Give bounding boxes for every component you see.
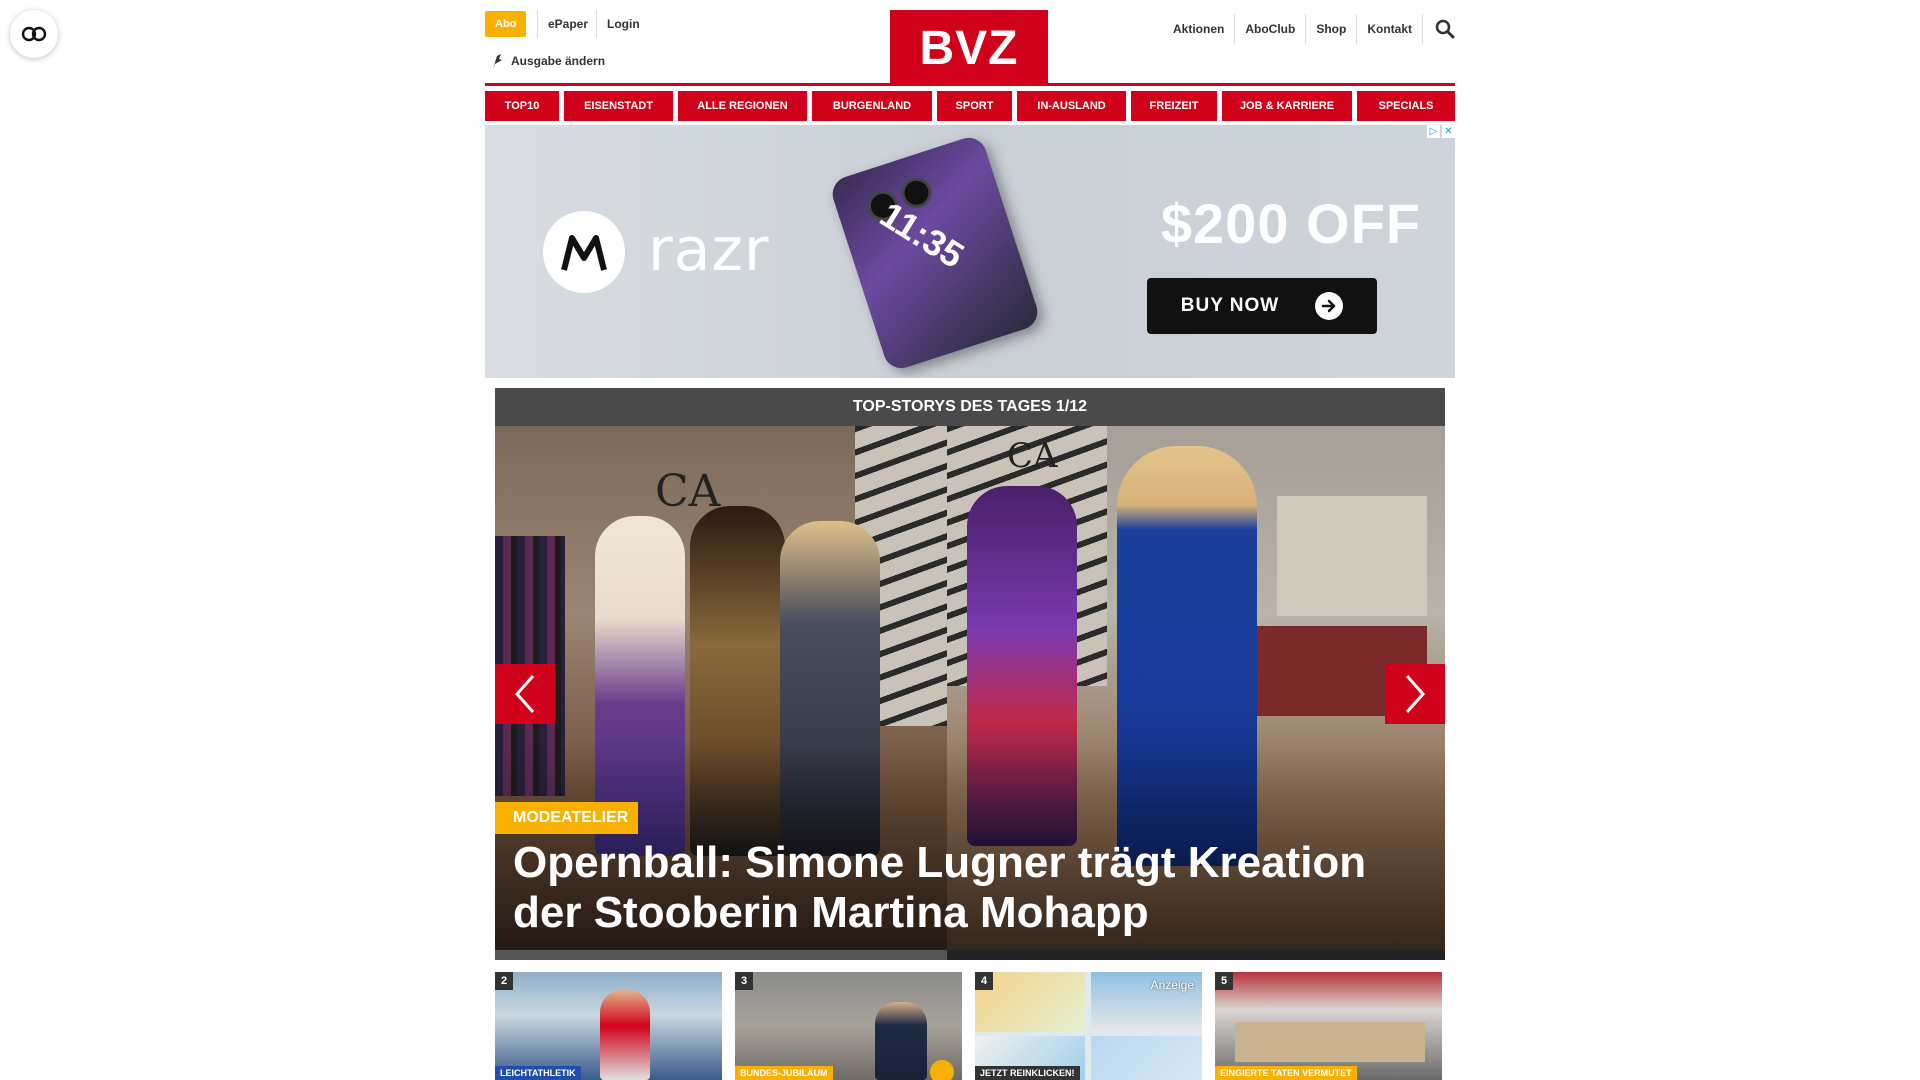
utility-link-aktionen[interactable]: Aktionen xyxy=(1163,14,1236,44)
nav-item-sport[interactable]: SPORT xyxy=(937,91,1012,121)
site-header: Abo ePaper Login Ausgabe ändern BVZ Akti… xyxy=(485,0,1455,86)
site-logo[interactable]: BVZ xyxy=(890,10,1048,86)
person-image xyxy=(875,1002,927,1080)
divider xyxy=(596,10,597,38)
teaser-card[interactable]: 5 EINGIERTE TATEN VERMUTET xyxy=(1215,972,1442,1080)
nav-item-specials[interactable]: SPECIALS xyxy=(1357,91,1455,121)
teaser-tag: EINGIERTE TATEN VERMUTET xyxy=(1215,1066,1357,1080)
slider-progress-fill xyxy=(947,950,1445,960)
teaser-number: 3 xyxy=(735,972,753,990)
arrow-right-icon xyxy=(1315,292,1344,320)
camera-icon xyxy=(930,1060,954,1080)
slider-prev-button[interactable] xyxy=(495,664,555,724)
family-image xyxy=(1091,1036,1202,1080)
ad-label: Anzeige xyxy=(1150,978,1194,992)
nav-item-top10[interactable]: TOP10 xyxy=(485,91,559,121)
ad-choices[interactable]: ▷ ✕ xyxy=(1427,125,1455,138)
utility-link-kontakt[interactable]: Kontakt xyxy=(1357,14,1423,44)
top-stories-title: TOP-STORYS DES TAGES 1/12 xyxy=(495,388,1445,426)
athlete-image xyxy=(600,990,650,1080)
nav-item-job-karriere[interactable]: JOB & KARRIERE xyxy=(1222,91,1352,121)
slide[interactable]: CA CA MODEATELIER Opernball: Simone Lugn… xyxy=(495,426,1445,960)
utility-link-aboclub[interactable]: AboClub xyxy=(1235,14,1307,44)
teaser-card[interactable]: 3 BUNDES-JUBILÄUM xyxy=(735,972,962,1080)
chevron-right-icon xyxy=(1405,675,1426,713)
atelier-logo: CA xyxy=(655,466,721,517)
utility-link-shop[interactable]: Shop xyxy=(1306,14,1358,44)
epaper-link[interactable]: ePaper xyxy=(548,17,588,31)
slider-next-button[interactable] xyxy=(1385,664,1445,724)
buy-now-button[interactable]: BUY NOW xyxy=(1147,278,1377,334)
edition-marker-icon xyxy=(493,54,502,69)
edition-switch[interactable]: Ausgabe ändern xyxy=(491,52,605,70)
advertisement-banner[interactable]: ▷ ✕ razr 11:35 $200 OFF BUY NOW xyxy=(485,125,1455,378)
ad-headline: $200 OFF xyxy=(1160,192,1421,255)
nav-item-alle-regionen[interactable]: ALLE REGIONEN xyxy=(678,91,807,121)
page-container: Abo ePaper Login Ausgabe ändern BVZ Akti… xyxy=(485,0,1455,1080)
nav-item-freizeit[interactable]: FREIZEIT xyxy=(1131,91,1217,121)
abo-button[interactable]: Abo xyxy=(485,11,527,37)
motorola-logo-icon xyxy=(543,211,625,293)
close-icon[interactable]: ✕ xyxy=(1442,125,1455,138)
nav-item-in-ausland[interactable]: IN-AUSLAND xyxy=(1017,91,1126,121)
teaser-tag: JETZT REINKLICKEN! xyxy=(975,1066,1080,1080)
teaser-card[interactable]: Anzeige 4 JETZT REINKLICKEN! xyxy=(975,972,1202,1080)
accessibility-button[interactable] xyxy=(10,10,58,58)
courtroom-table xyxy=(1235,1022,1425,1062)
teaser-number: 5 xyxy=(1215,972,1233,990)
chevron-left-icon xyxy=(514,675,535,713)
divider xyxy=(537,10,538,38)
buy-now-label: BUY NOW xyxy=(1180,295,1280,316)
edition-label: Ausgabe ändern xyxy=(511,54,606,68)
phone-image: 11:35 xyxy=(828,133,1042,373)
nav-item-burgenland[interactable]: BURGENLAND xyxy=(812,91,932,121)
atelier-logo: CA xyxy=(1007,436,1058,476)
wall-photos xyxy=(1277,496,1427,616)
teaser-number: 2 xyxy=(495,972,513,990)
accessibility-icon xyxy=(21,26,47,42)
top-stories-slider: TOP-STORYS DES TAGES 1/12 CA CA MODEATEL… xyxy=(495,388,1445,960)
teaser-number: 4 xyxy=(975,972,993,990)
main-nav: TOP10 EISENSTADT ALLE REGIONEN BURGENLAN… xyxy=(485,91,1455,121)
teaser-card[interactable]: 2 LEICHTATHLETIK xyxy=(495,972,722,1080)
teaser-tag: LEICHTATHLETIK xyxy=(495,1066,581,1080)
login-link[interactable]: Login xyxy=(607,17,640,31)
ad-brand: razr xyxy=(648,215,770,285)
story-headline[interactable]: Opernball: Simone Lugner trägt Kreation … xyxy=(513,838,1413,938)
adchoices-icon[interactable]: ▷ xyxy=(1427,125,1440,138)
teaser-row: 2 LEICHTATHLETIK 3 BUNDES-JUBILÄUM Anzei… xyxy=(495,972,1445,1080)
search-icon[interactable] xyxy=(1423,19,1455,39)
nav-item-eisenstadt[interactable]: EISENSTADT xyxy=(564,91,673,121)
utility-nav: Aktionen AboClub Shop Kontakt xyxy=(1163,14,1455,44)
story-kicker[interactable]: MODEATELIER xyxy=(495,802,639,834)
teaser-tag: BUNDES-JUBILÄUM xyxy=(735,1066,833,1080)
